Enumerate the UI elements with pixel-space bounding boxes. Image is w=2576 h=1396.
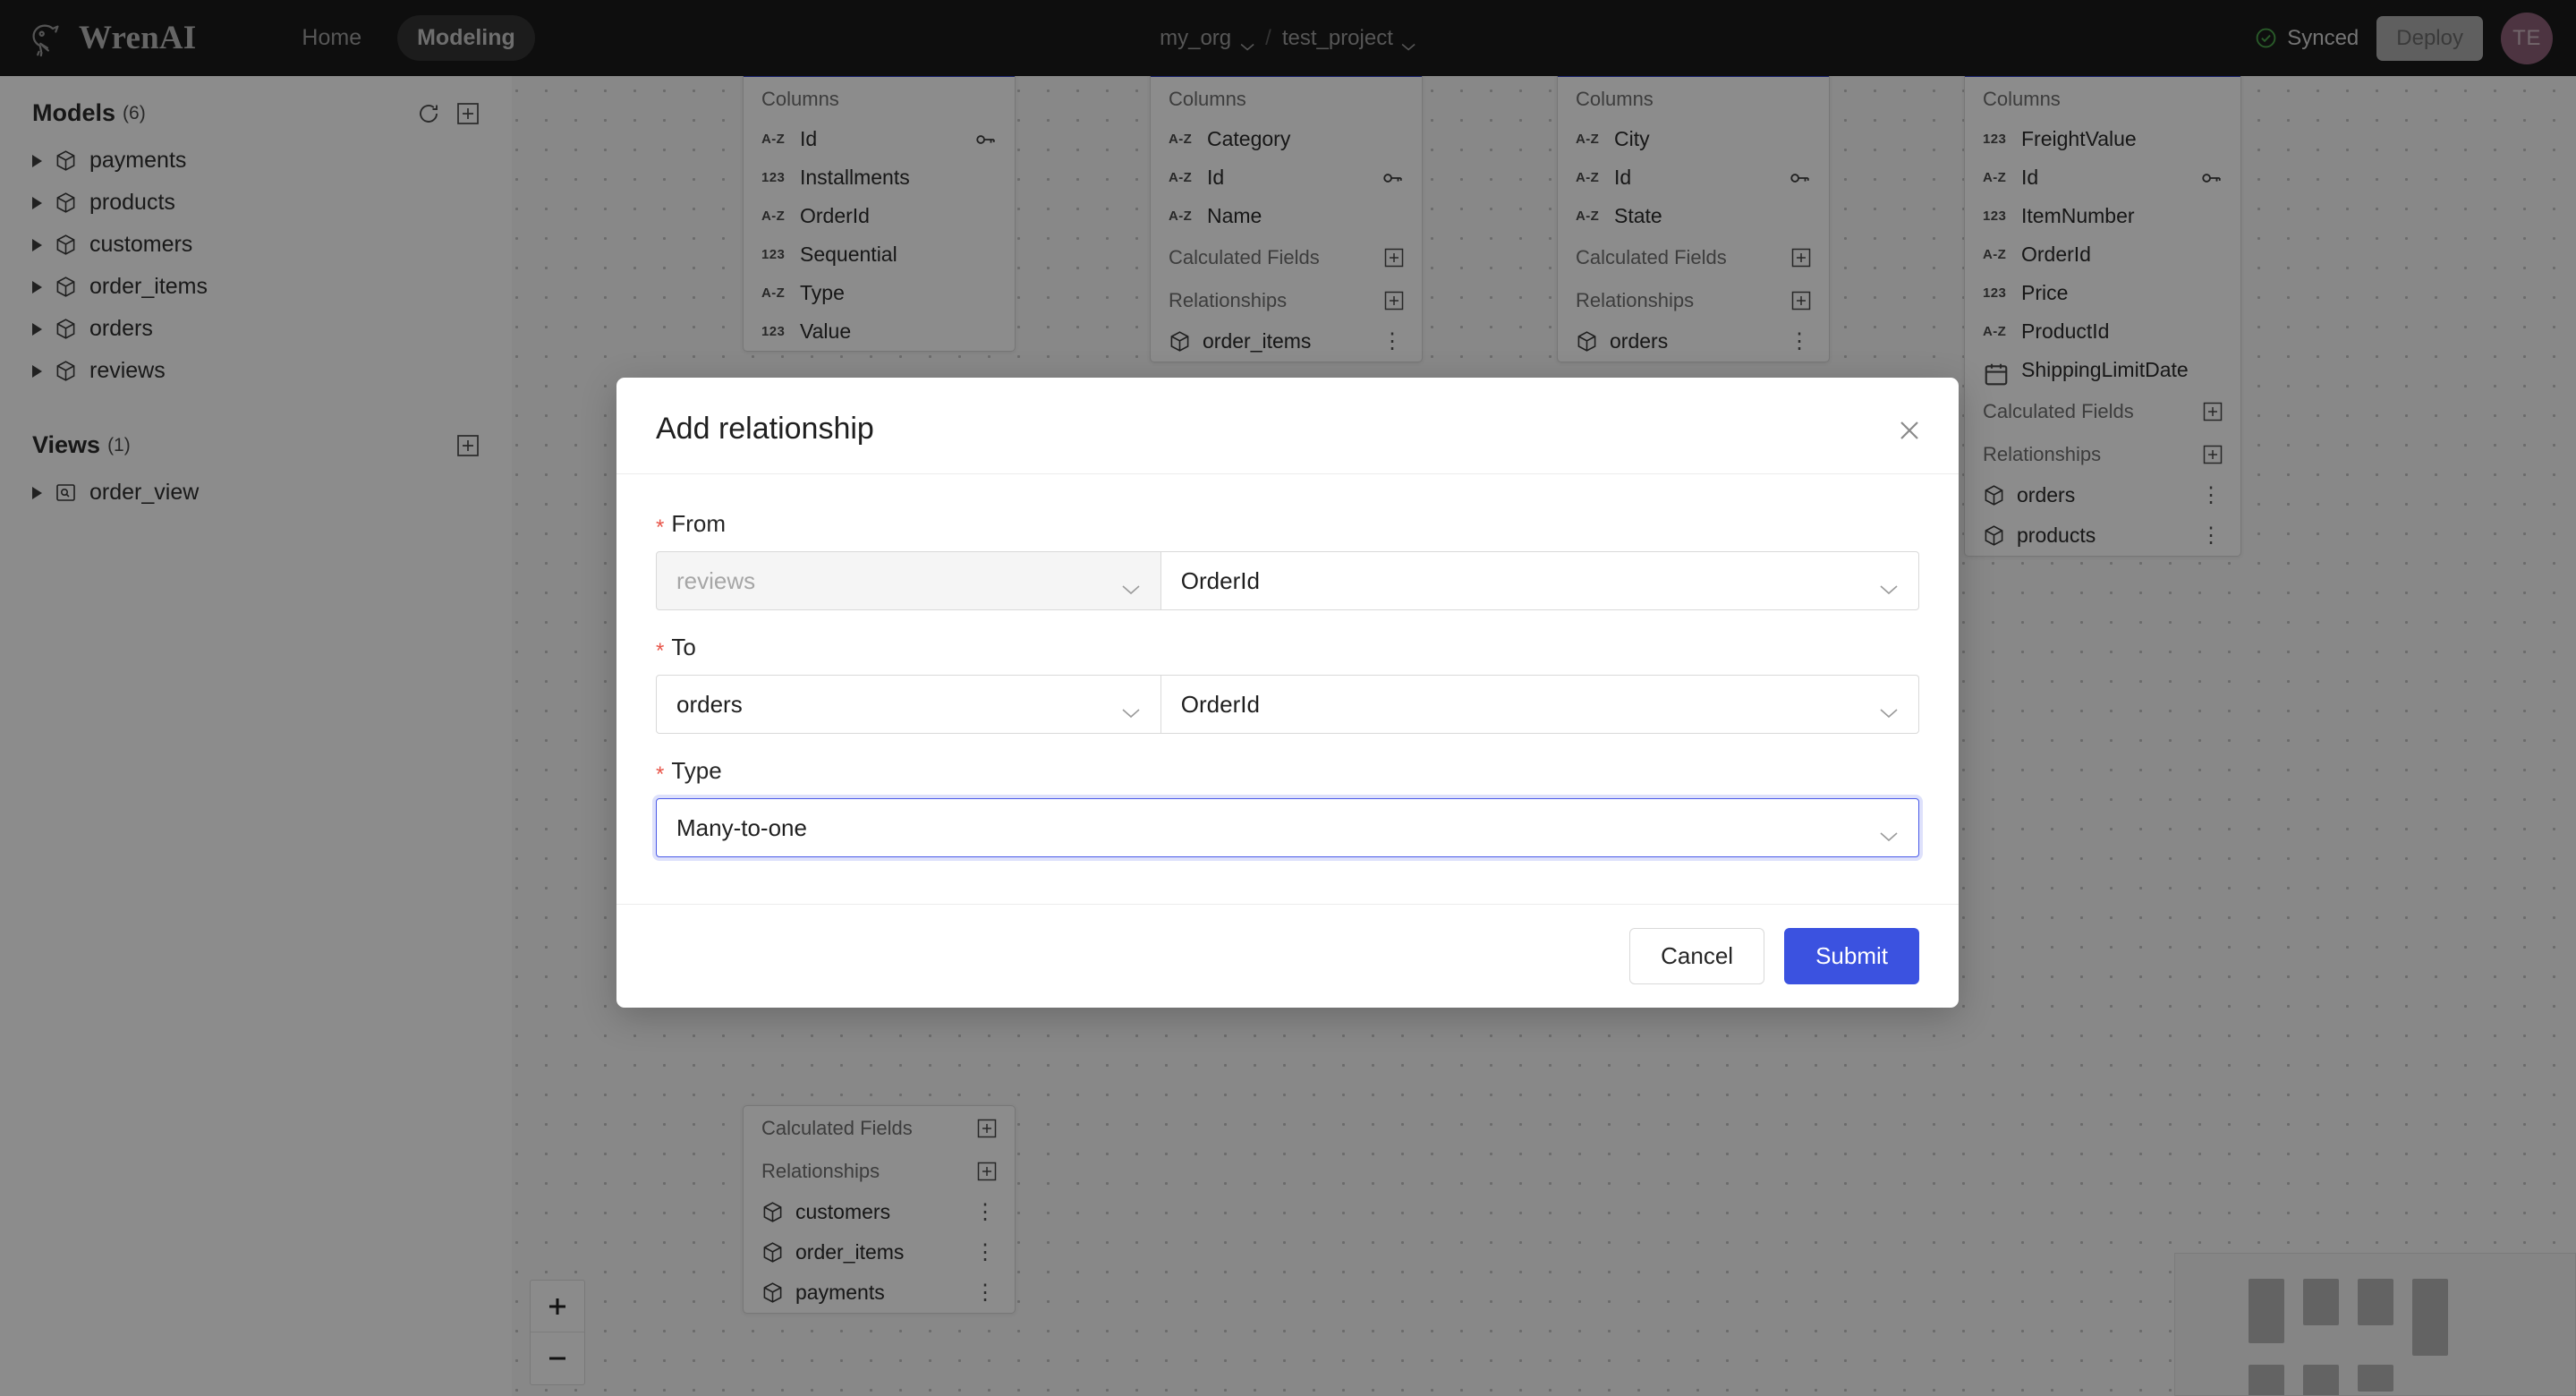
chevron-down-icon xyxy=(1879,698,1899,719)
add-relationship-dialog: Add relationship * From reviews OrderId … xyxy=(616,378,1959,1008)
from-label: * From xyxy=(656,510,1919,538)
dialog-header: Add relationship xyxy=(616,378,1959,474)
from-field-value: OrderId xyxy=(1180,566,1260,594)
type-label: * Type xyxy=(656,757,1919,785)
to-select-pair: orders OrderId xyxy=(656,675,1919,734)
to-label-text: To xyxy=(671,634,696,660)
chevron-down-icon xyxy=(1121,698,1141,719)
dialog-body: * From reviews OrderId * To orders Order… xyxy=(616,474,1959,904)
required-asterisk: * xyxy=(656,515,665,540)
to-model-select[interactable]: orders xyxy=(656,675,1161,734)
relationship-type-select[interactable]: Many-to-one xyxy=(656,798,1919,857)
from-model-value: reviews xyxy=(676,566,756,594)
app-root: WrenAI Home Modeling my_org / test_proje… xyxy=(0,0,2576,1396)
cancel-button[interactable]: Cancel xyxy=(1629,928,1765,984)
to-model-value: orders xyxy=(676,690,743,718)
type-label-text: Type xyxy=(671,757,722,784)
to-field-select[interactable]: OrderId xyxy=(1160,675,1919,734)
from-model-select: reviews xyxy=(656,551,1161,610)
to-label: * To xyxy=(656,634,1919,661)
close-icon[interactable] xyxy=(1894,415,1925,446)
from-select-pair: reviews OrderId xyxy=(656,551,1919,610)
required-asterisk: * xyxy=(656,638,665,663)
to-field-group: * To orders OrderId xyxy=(656,634,1919,734)
from-label-text: From xyxy=(671,510,727,537)
chevron-down-icon xyxy=(1121,575,1141,595)
relationship-type-value: Many-to-one xyxy=(676,813,807,841)
to-field-value: OrderId xyxy=(1180,690,1260,718)
dialog-footer: Cancel Submit xyxy=(616,904,1959,1008)
from-field-group: * From reviews OrderId xyxy=(656,510,1919,610)
submit-button[interactable]: Submit xyxy=(1784,928,1919,984)
dialog-title: Add relationship xyxy=(656,412,874,446)
type-field-group: * Type Many-to-one xyxy=(656,757,1919,857)
required-asterisk: * xyxy=(656,762,665,787)
from-field-select[interactable]: OrderId xyxy=(1160,551,1919,610)
chevron-down-icon xyxy=(1879,821,1899,842)
chevron-down-icon xyxy=(1879,575,1899,595)
